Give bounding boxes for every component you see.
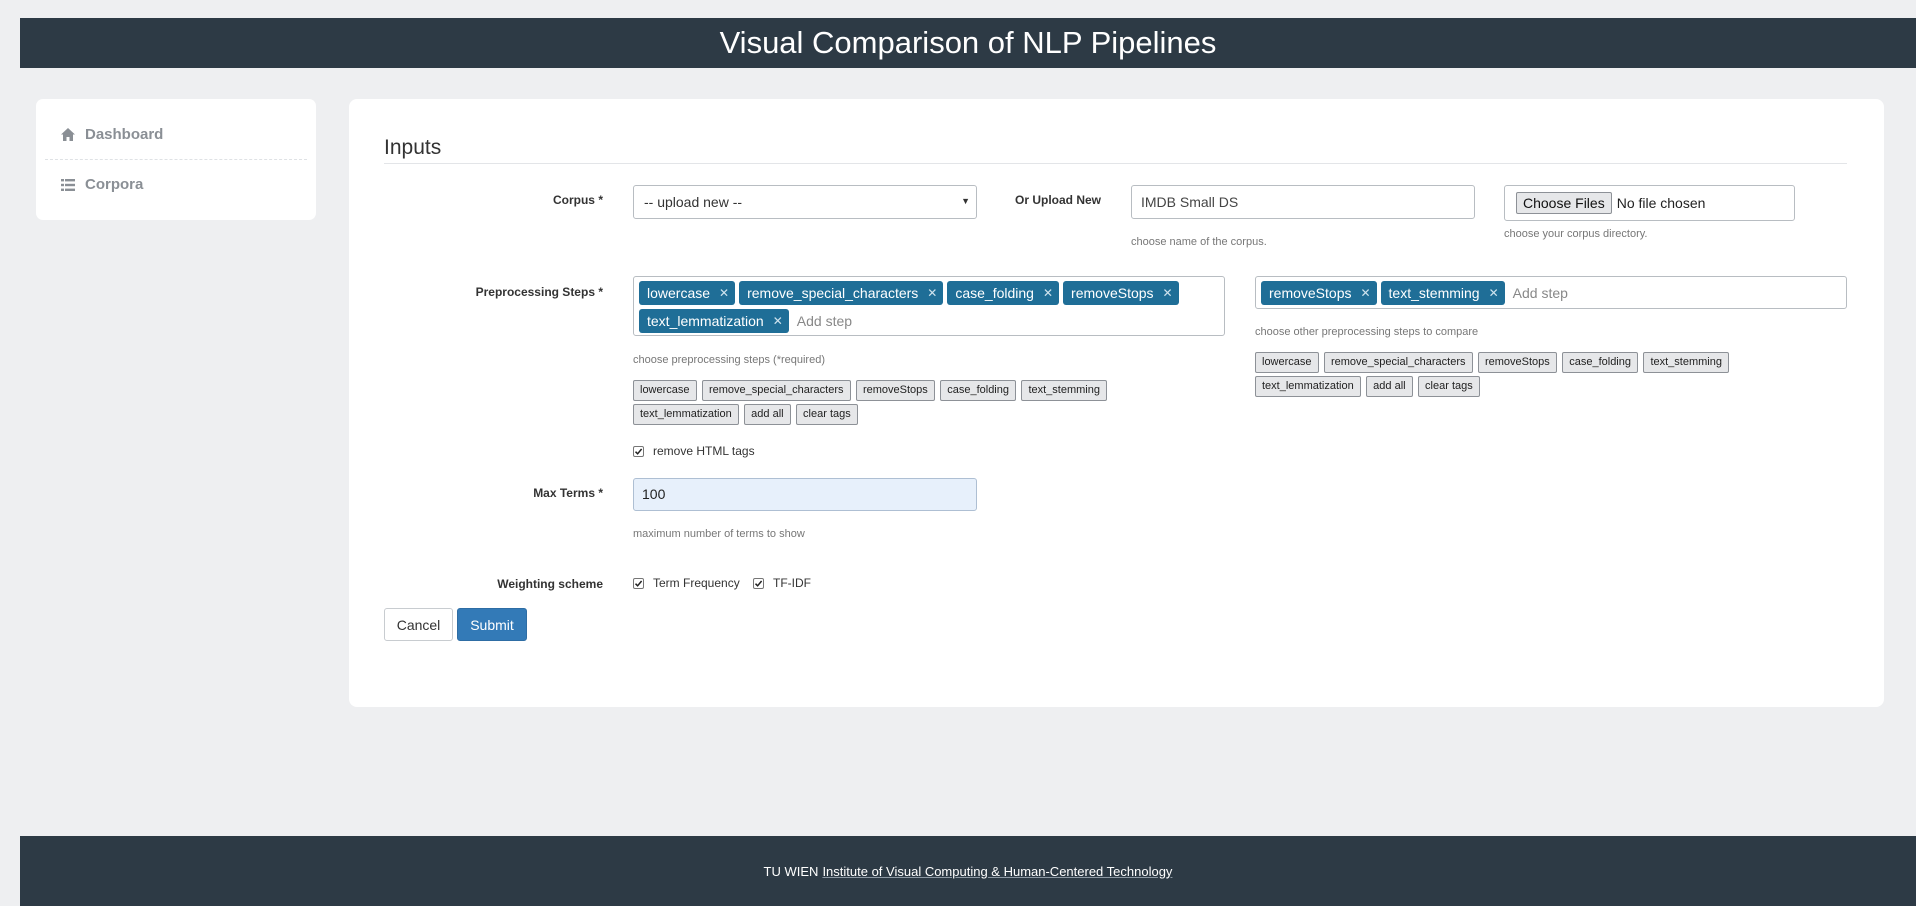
remove-tag-icon[interactable]: ✕: [1360, 286, 1370, 300]
app-header: Visual Comparison of NLP Pipelines: [20, 18, 1916, 68]
compare-clear-tags-button[interactable]: clear tags: [1418, 376, 1480, 397]
remove-html-option: remove HTML tags: [633, 444, 755, 458]
add-step-input[interactable]: Add step: [793, 309, 852, 333]
home-icon: [60, 126, 76, 142]
tf-idf-label: TF-IDF: [773, 576, 811, 590]
remove-html-label: remove HTML tags: [653, 444, 755, 458]
compare-tags-input[interactable]: removeStops ✕ text_stemming ✕ Add step: [1255, 276, 1847, 309]
tag-chip: case_folding ✕: [947, 281, 1060, 305]
max-terms-input[interactable]: 100: [633, 478, 977, 511]
tag-label: text_stemming: [1388, 285, 1480, 301]
section-divider: [384, 163, 1847, 164]
weighting-option-tf: Term Frequency: [633, 576, 740, 590]
term-frequency-label: Term Frequency: [653, 576, 740, 590]
section-title: Inputs: [384, 136, 442, 159]
step-button-remove-special-characters[interactable]: remove_special_characters: [701, 380, 851, 401]
file-status: No file chosen: [1616, 195, 1706, 211]
preprocessing-label: Preprocessing Steps *: [475, 285, 603, 299]
footer-institute-link[interactable]: Institute of Visual Computing & Human-Ce…: [822, 864, 1172, 879]
chevron-down-icon: ▼: [961, 196, 970, 206]
corpus-label: Corpus *: [552, 193, 603, 207]
inputs-panel: Inputs Corpus * -- upload new -- ▼ Or Up…: [349, 99, 1884, 707]
file-help: choose your corpus directory.: [1504, 228, 1648, 240]
sidebar-item-dashboard[interactable]: Dashboard: [45, 109, 307, 159]
step-button-text-lemmatization[interactable]: text_lemmatization: [633, 404, 739, 425]
footer: TU WIEN Institute of Visual Computing & …: [20, 836, 1916, 906]
tag-chip: removeStops ✕: [1261, 281, 1377, 305]
compare-button-lowercase[interactable]: lowercase: [1255, 352, 1319, 373]
weighting-option-tfidf: TF-IDF: [753, 576, 811, 590]
max-terms-help: maximum number of terms to show: [633, 528, 805, 540]
corpus-select[interactable]: -- upload new -- ▼: [633, 185, 977, 219]
remove-html-checkbox[interactable]: [633, 445, 644, 457]
sidebar-item-label: Corpora: [85, 176, 144, 193]
choose-files-button[interactable]: Choose Files: [1516, 192, 1612, 214]
file-picker[interactable]: Choose Files No file chosen: [1504, 185, 1795, 221]
preprocessing-help: choose preprocessing steps (*required): [633, 354, 825, 366]
list-icon: [60, 177, 76, 193]
clear-tags-button[interactable]: clear tags: [796, 404, 858, 425]
tf-idf-checkbox[interactable]: [753, 577, 764, 589]
remove-tag-icon[interactable]: ✕: [773, 314, 783, 328]
weighting-label: Weighting scheme: [497, 577, 603, 591]
remove-tag-icon[interactable]: ✕: [1043, 286, 1053, 300]
remove-tag-icon[interactable]: ✕: [927, 286, 937, 300]
page-title: Visual Comparison of NLP Pipelines: [719, 25, 1217, 60]
sidebar-item-label: Dashboard: [85, 125, 164, 143]
compare-add-all-button[interactable]: add all: [1366, 376, 1413, 397]
compare-help: choose other preprocessing steps to comp…: [1255, 326, 1479, 338]
step-button-removestops[interactable]: removeStops: [855, 380, 935, 401]
cancel-button[interactable]: Cancel: [384, 608, 453, 641]
footer-org: TU WIEN: [763, 863, 819, 879]
tag-chip: removeStops ✕: [1063, 281, 1179, 305]
compare-button-case-folding[interactable]: case_folding: [1562, 352, 1638, 373]
submit-button[interactable]: Submit: [457, 608, 527, 641]
upload-new-label: Or Upload New: [1014, 193, 1101, 207]
corpus-selected-value: -- upload new --: [644, 194, 743, 210]
remove-tag-icon[interactable]: ✕: [719, 286, 729, 300]
tag-chip: lowercase ✕: [639, 281, 736, 305]
step-button-text-stemming[interactable]: text_stemming: [1021, 380, 1107, 401]
tag-chip: text_lemmatization ✕: [639, 309, 789, 333]
tag-label: text_lemmatization: [647, 313, 764, 329]
tag-label: removeStops: [1071, 285, 1154, 301]
compare-button-text-lemmatization[interactable]: text_lemmatization: [1255, 376, 1361, 397]
add-step-input[interactable]: Add step: [1509, 281, 1568, 305]
step-button-case-folding[interactable]: case_folding: [940, 380, 1016, 401]
compare-button-text-stemming[interactable]: text_stemming: [1643, 352, 1729, 373]
term-frequency-checkbox[interactable]: [633, 577, 644, 589]
corpus-name-input[interactable]: [1131, 185, 1475, 219]
remove-tag-icon[interactable]: ✕: [1163, 286, 1173, 300]
tag-label: lowercase: [647, 285, 711, 301]
add-all-button[interactable]: add all: [744, 404, 791, 425]
sidebar-item-corpora[interactable]: Corpora: [45, 159, 307, 209]
compare-quick-buttons: lowercase remove_special_characters remo…: [1255, 352, 1815, 400]
remove-tag-icon[interactable]: ✕: [1489, 286, 1499, 300]
corpus-name-help: choose name of the corpus.: [1131, 236, 1267, 248]
preprocessing-tags-input[interactable]: lowercase ✕ remove_special_characters ✕ case…: [633, 276, 1225, 336]
max-terms-label: Max Terms *: [533, 486, 603, 500]
tag-chip: text_stemming ✕: [1380, 281, 1505, 305]
tag-label: case_folding: [955, 285, 1034, 301]
compare-button-remove-special-characters[interactable]: remove_special_characters: [1323, 352, 1473, 373]
tag-label: remove_special_characters: [747, 285, 919, 301]
tag-label: removeStops: [1269, 285, 1352, 301]
sidebar: Dashboard Corpora: [36, 99, 316, 220]
compare-button-removestops[interactable]: removeStops: [1477, 352, 1557, 373]
preprocessing-quick-buttons: lowercase remove_special_characters remo…: [633, 380, 1193, 428]
tag-chip: remove_special_characters ✕: [739, 281, 944, 305]
step-button-lowercase[interactable]: lowercase: [633, 380, 697, 401]
